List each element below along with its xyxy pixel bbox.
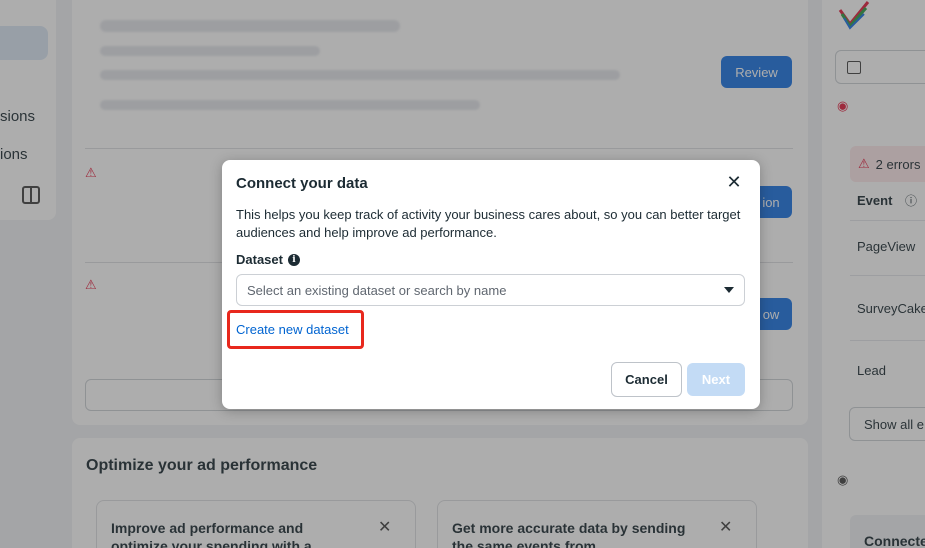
dialog-title: Connect your data <box>236 175 368 192</box>
next-button[interactable]: Next <box>687 363 745 396</box>
dataset-label-row: Dataset i <box>236 252 300 267</box>
close-icon[interactable]: ✕ <box>724 172 744 192</box>
dataset-label: Dataset <box>236 252 283 267</box>
caret-down-icon <box>724 287 734 293</box>
connect-data-dialog: Connect your data ✕ This helps you keep … <box>222 160 760 409</box>
dataset-select-placeholder: Select an existing dataset or search by … <box>247 282 507 298</box>
cancel-button[interactable]: Cancel <box>611 362 682 397</box>
dialog-description: This helps you keep track of activity yo… <box>236 207 741 240</box>
info-icon[interactable]: i <box>287 253 300 266</box>
dataset-select[interactable]: Select an existing dataset or search by … <box>236 274 745 306</box>
create-new-dataset-link[interactable]: Create new dataset <box>236 322 349 337</box>
